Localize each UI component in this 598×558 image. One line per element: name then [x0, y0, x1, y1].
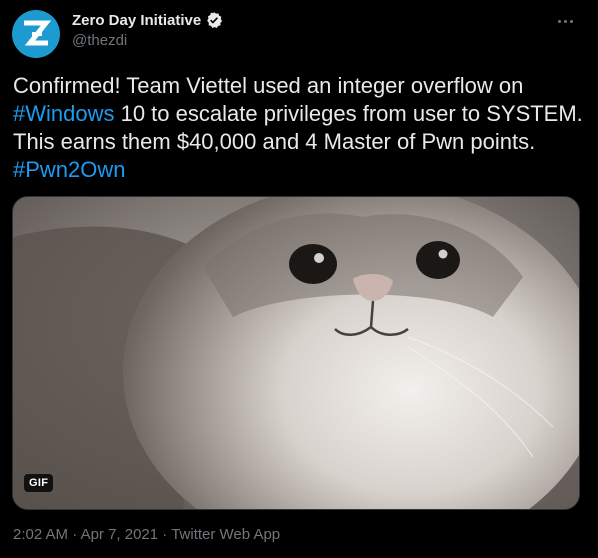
more-options-icon[interactable] [552, 8, 578, 34]
hashtag-pwn2own-link[interactable]: #Pwn2Own [13, 157, 126, 182]
avatar[interactable] [12, 10, 60, 58]
verified-badge-icon [207, 12, 223, 29]
tweet-source: Twitter Web App [171, 526, 281, 543]
author-handle[interactable]: @thezdi [72, 32, 127, 49]
tweet-text-part-1: Confirmed! Team Viettel used an integer … [13, 73, 524, 98]
tweet-time-link[interactable]: 2:02 AM [13, 526, 68, 543]
hashtag-windows-link[interactable]: #Windows [13, 101, 114, 126]
cat-gif-image [13, 197, 579, 509]
tweet-date-link[interactable]: Apr 7, 2021 [81, 526, 159, 543]
gif-media[interactable] [12, 196, 580, 510]
tweet-meta: 2:02 AM · Apr 7, 2021 · Twitter Web App [13, 526, 280, 543]
tweet: Zero Day Initiative @thezdi Confirmed! T… [0, 0, 598, 558]
meta-separator: · [68, 526, 81, 543]
author-name-row[interactable]: Zero Day Initiative [72, 11, 223, 29]
author-display-name[interactable]: Zero Day Initiative [72, 12, 201, 29]
gif-badge: GIF [24, 474, 54, 492]
meta-separator: · [158, 526, 172, 543]
tweet-text: Confirmed! Team Viettel used an integer … [13, 72, 585, 184]
zdi-logo-icon [24, 20, 52, 46]
